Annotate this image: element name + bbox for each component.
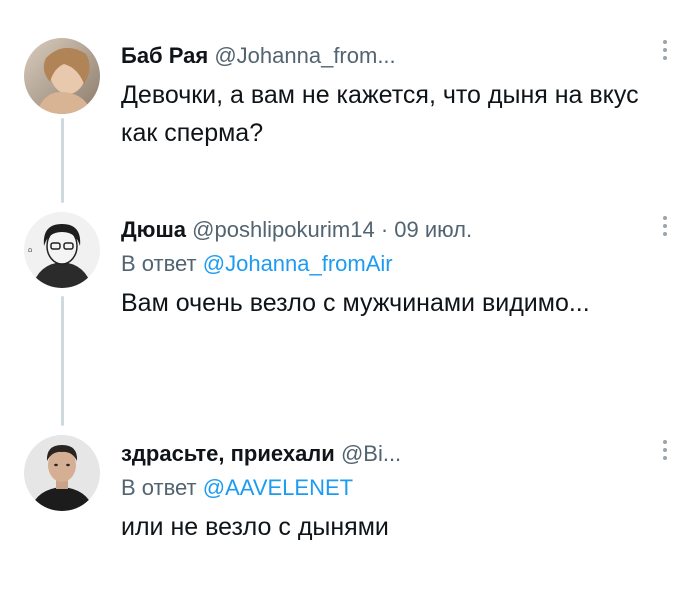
reply-to-label: В ответ	[121, 251, 197, 276]
tweet-header: Дюша @poshlipokurim14 · 09 июл.	[121, 216, 640, 244]
more-options-icon[interactable]	[662, 216, 668, 236]
avatar-drawing-character-icon: ꭥ	[24, 212, 100, 288]
avatar[interactable]: ꭥ	[24, 212, 100, 288]
tweet-text: или не везло с дынями	[121, 513, 389, 541]
reply-to-handle-link[interactable]: @AAVELENET	[203, 475, 353, 500]
tweet-text: Девочки, а вам не кажется, что дыня на в…	[121, 81, 639, 147]
author-name[interactable]: здрасьте, приехали	[121, 441, 335, 466]
author-handle[interactable]: @Johanna_from...	[214, 43, 395, 68]
reply-to-handle-link[interactable]: @Johanna_fromAir	[203, 251, 393, 276]
tweet-text: Вам очень везло с мужчинами видимо...	[121, 289, 590, 317]
thread-line-1	[61, 118, 64, 203]
avatar[interactable]	[24, 38, 100, 114]
avatar-photo-woman-icon	[24, 38, 100, 114]
more-options-icon[interactable]	[662, 40, 668, 60]
more-options-icon[interactable]	[662, 440, 668, 460]
author-name[interactable]: Баб Рая	[121, 43, 208, 68]
tweet-header: здрасьте, приехали @Bi...	[121, 440, 640, 468]
avatar[interactable]	[24, 435, 100, 511]
reply-to-line: В ответ @Johanna_fromAir	[121, 250, 640, 278]
author-handle[interactable]: @Bi...	[341, 441, 401, 466]
tweet-header: Баб Рая @Johanna_from...	[121, 42, 640, 70]
author-name[interactable]: Дюша	[121, 217, 186, 242]
reply-to-line: В ответ @AAVELENET	[121, 474, 640, 502]
reply-to-label: В ответ	[121, 475, 197, 500]
author-handle[interactable]: @poshlipokurim14 · 09 июл.	[192, 217, 472, 242]
avatar-photo-man-icon	[24, 435, 100, 511]
thread-line-2	[61, 296, 64, 426]
